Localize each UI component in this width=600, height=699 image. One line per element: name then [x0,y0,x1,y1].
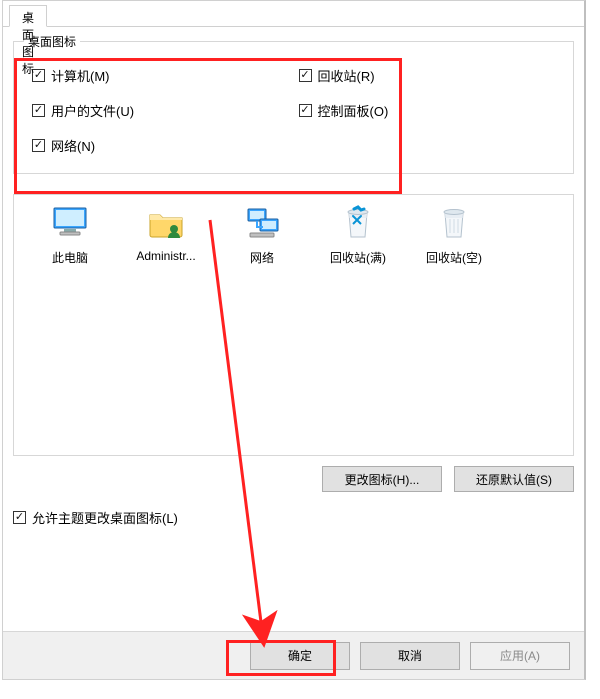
checkbox-user-files[interactable]: 用户的文件(U) [32,101,289,120]
preview-label: 回收站(空) [408,245,500,266]
icon-preview-list[interactable]: 此电脑 Administr... [13,194,574,456]
check-icon [299,69,312,82]
checkbox-recycle-bin[interactable]: 回收站(R) [299,66,556,85]
network-icon [242,205,282,241]
desktop-icon-settings-window: 桌面图标 桌面图标 计算机(M) 回收站(R) 用户的文件(U) [2,0,586,680]
preview-label: 回收站(满) [312,245,404,266]
ok-button[interactable]: 确定 [250,642,350,670]
folder-user-icon [146,205,186,241]
checkbox-control-panel[interactable]: 控制面板(O) [299,101,556,120]
apply-button[interactable]: 应用(A) [470,642,570,670]
preview-label: 此电脑 [24,245,116,266]
preview-item-recycle-full[interactable]: 回收站(满) [312,205,404,266]
checkbox-label: 允许主题更改桌面图标(L) [32,508,178,527]
preview-item-user-folder[interactable]: Administr... [120,205,212,266]
preview-item-recycle-empty[interactable]: 回收站(空) [408,205,500,266]
checkbox-label: 计算机(M) [51,66,110,85]
monitor-icon [50,205,90,241]
checkbox-label: 用户的文件(U) [51,101,134,120]
preview-item-network[interactable]: 网络 [216,205,308,266]
change-icon-button[interactable]: 更改图标(H)... [322,466,442,492]
preview-item-this-pc[interactable]: 此电脑 [24,205,116,266]
checkbox-allow-theme[interactable]: 允许主题更改桌面图标(L) [13,508,574,527]
checkbox-network[interactable]: 网络(N) [32,136,289,155]
preview-button-row: 更改图标(H)... 还原默认值(S) [13,466,574,492]
checkbox-label: 回收站(R) [318,66,375,85]
preview-label: 网络 [216,245,308,266]
checkbox-label: 网络(N) [51,136,95,155]
checkbox-computer[interactable]: 计算机(M) [32,66,289,85]
recycle-bin-full-icon [338,205,378,241]
restore-default-button[interactable]: 还原默认值(S) [454,466,574,492]
recycle-bin-empty-icon [434,205,474,241]
tab-content: 桌面图标 计算机(M) 回收站(R) 用户的文件(U) 控制面板(O) [13,41,574,631]
tab-desktop-icons[interactable]: 桌面图标 [9,5,47,27]
check-icon [13,511,26,524]
check-icon [32,104,45,117]
preview-label: Administr... [120,245,212,263]
tab-divider [3,26,584,27]
checkbox-label: 控制面板(O) [318,101,389,120]
cancel-button[interactable]: 取消 [360,642,460,670]
desktop-icons-fieldset: 桌面图标 计算机(M) 回收站(R) 用户的文件(U) 控制面板(O) [13,41,574,174]
check-icon [32,139,45,152]
dialog-button-bar: 确定 取消 应用(A) [3,631,584,679]
check-icon [299,104,312,117]
